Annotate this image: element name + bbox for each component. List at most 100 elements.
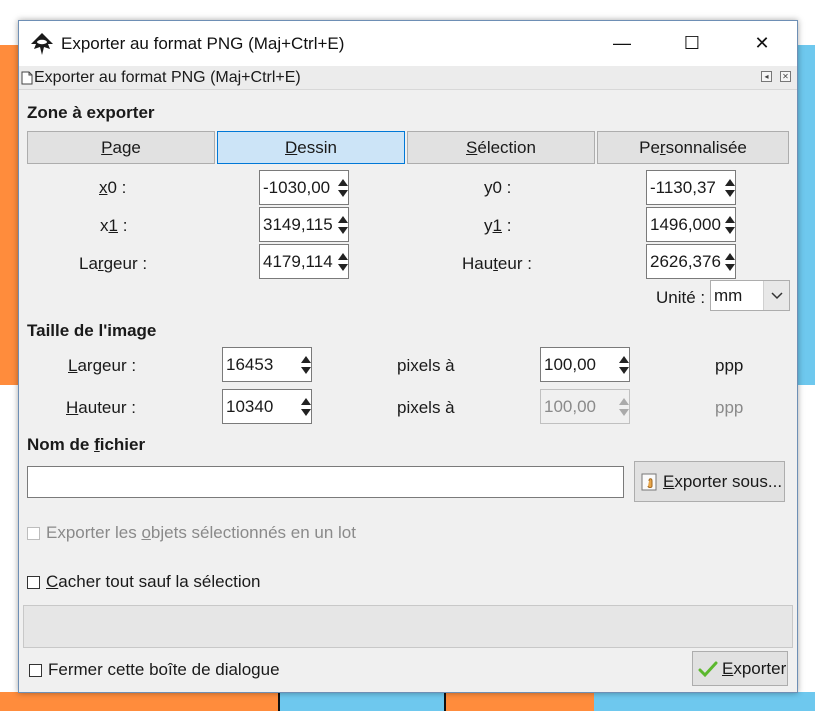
area-height-label: Hauteur : <box>462 254 532 274</box>
export-as-button[interactable]: Exporter sous... <box>634 461 785 502</box>
x1-label-mnemonic: 1 <box>108 216 118 235</box>
x0-label-text: 0 : <box>107 178 127 197</box>
title-bar[interactable]: Exporter au format PNG (Maj+Ctrl+E) — ☐ … <box>19 21 797 66</box>
x0-label: x0 : <box>99 178 126 198</box>
close-dialog-option[interactable]: Fermer cette boîte de dialogue <box>29 660 280 680</box>
area-height-label-text: eur : <box>497 254 532 273</box>
increment-icon[interactable] <box>724 252 735 260</box>
image-width-spinbox[interactable]: 16453 <box>222 347 312 382</box>
filename-input[interactable] <box>27 466 624 498</box>
area-height-stepper[interactable] <box>724 245 735 278</box>
y0-stepper[interactable] <box>724 171 735 204</box>
inkscape-icon <box>31 32 53 55</box>
image-width-stepper[interactable] <box>300 348 311 381</box>
unit-select[interactable]: mm <box>710 280 790 311</box>
area-height-spinbox[interactable]: 2626,376 <box>646 244 736 279</box>
image-size-title: Taille de l'image <box>27 321 157 340</box>
close-dialog-label: Fermer cette boîte de dialogue <box>48 660 280 679</box>
x0-value[interactable]: -1030,00 <box>260 178 337 198</box>
page-button[interactable]: Page <box>27 131 215 164</box>
dpi-value[interactable]: 100,00 <box>541 355 618 375</box>
close-dialog-checkbox[interactable] <box>29 663 42 677</box>
y1-spinbox[interactable]: 1496,000 <box>646 207 736 242</box>
x1-stepper[interactable] <box>337 208 348 241</box>
batch-export-option: Exporter les objets sélectionnés en un l… <box>27 523 356 543</box>
pixels-at-label-2: pixels à <box>397 398 455 417</box>
y1-value[interactable]: 1496,000 <box>647 215 724 235</box>
batch-export-label-pre: Exporter les <box>46 523 142 542</box>
dpi-unit-label: ppp <box>715 356 744 375</box>
y1-stepper[interactable] <box>724 208 735 241</box>
dpi-spinbox-disabled: 100,00 <box>540 389 630 424</box>
close-button[interactable]: ✕ <box>727 21 797 66</box>
area-width-value[interactable]: 4179,114 <box>260 252 337 272</box>
image-height-spinbox[interactable]: 10340 <box>222 389 312 424</box>
batch-export-label-text: bjets sélectionnés en un lot <box>150 523 356 542</box>
document-icon <box>21 71 33 84</box>
increment-icon[interactable] <box>724 215 735 223</box>
drawing-button[interactable]: Dessin <box>217 131 405 164</box>
decrement-icon[interactable] <box>618 366 629 374</box>
increment-icon[interactable] <box>300 355 311 363</box>
decrement-icon[interactable] <box>724 263 735 271</box>
batch-export-checkbox <box>27 526 40 540</box>
x1-spinbox[interactable]: 3149,115 <box>259 207 349 242</box>
image-height-value[interactable]: 10340 <box>223 397 300 417</box>
decrement-icon[interactable] <box>724 226 735 234</box>
selection-button-mnemonic: S <box>466 137 478 157</box>
area-width-stepper[interactable] <box>337 245 348 278</box>
selection-button-label: élection <box>477 137 536 157</box>
x0-stepper[interactable] <box>337 171 348 204</box>
checkmark-icon <box>698 661 718 677</box>
export-button[interactable]: Exporter <box>692 651 788 686</box>
x1-value[interactable]: 3149,115 <box>260 215 337 235</box>
x0-spinbox[interactable]: -1030,00 <box>259 170 349 205</box>
decrement-icon[interactable] <box>337 189 348 197</box>
increment-icon[interactable] <box>724 178 735 186</box>
minimize-button[interactable]: — <box>587 21 657 66</box>
unit-value: mm <box>714 285 743 305</box>
image-height-stepper[interactable] <box>300 390 311 423</box>
custom-button-label-pre: Pe <box>639 137 660 157</box>
decrement-icon[interactable] <box>300 366 311 374</box>
background-bottom-blue-2 <box>594 692 815 711</box>
increment-icon[interactable] <box>337 215 348 223</box>
increment-icon[interactable] <box>618 355 629 363</box>
x0-label-mnemonic: x <box>99 178 108 197</box>
y1-label-text: : <box>501 216 512 235</box>
hide-all-option[interactable]: Cacher tout sauf la sélection <box>27 572 261 592</box>
hide-all-checkbox[interactable] <box>27 575 40 589</box>
export-area-title: Zone à exporter <box>27 103 155 122</box>
decrement-icon[interactable] <box>300 408 311 416</box>
decrement-icon[interactable] <box>337 226 348 234</box>
maximize-button[interactable]: ☐ <box>657 21 727 66</box>
dpi-spinbox[interactable]: 100,00 <box>540 347 630 382</box>
background-blue-panel <box>797 45 815 385</box>
area-height-value[interactable]: 2626,376 <box>647 252 724 272</box>
y1-label-pre: y <box>484 216 493 235</box>
export-as-label: xporter sous... <box>674 471 783 491</box>
dock-close-button[interactable]: ✕ <box>780 71 791 82</box>
decrement-icon[interactable] <box>337 263 348 271</box>
decrement-icon <box>618 408 629 416</box>
area-width-spinbox[interactable]: 4179,114 <box>259 244 349 279</box>
dock-iconify-button[interactable]: ◂ <box>761 71 772 82</box>
background-bottom-orange-2 <box>444 692 594 711</box>
custom-button[interactable]: Pe r sonnalisée <box>597 131 789 164</box>
selection-button[interactable]: Sélection <box>407 131 595 164</box>
y0-value[interactable]: -1130,37 <box>647 178 724 198</box>
image-width-value[interactable]: 16453 <box>223 355 300 375</box>
export-as-mnemonic: E <box>663 471 675 491</box>
y0-spinbox[interactable]: -1130,37 <box>646 170 736 205</box>
dpi-stepper[interactable] <box>618 348 629 381</box>
export-png-dialog: Exporter au format PNG (Maj+Ctrl+E) — ☐ … <box>18 20 798 693</box>
increment-icon[interactable] <box>300 397 311 405</box>
increment-icon[interactable] <box>337 178 348 186</box>
increment-icon <box>618 397 629 405</box>
chevron-down-icon[interactable] <box>763 281 789 310</box>
batch-export-label: Exporter les objets sélectionnés en un l… <box>46 523 356 543</box>
decrement-icon[interactable] <box>724 189 735 197</box>
increment-icon[interactable] <box>337 252 348 260</box>
y1-label: y1 : <box>484 216 511 236</box>
custom-button-label: sonnalisée <box>665 137 747 157</box>
